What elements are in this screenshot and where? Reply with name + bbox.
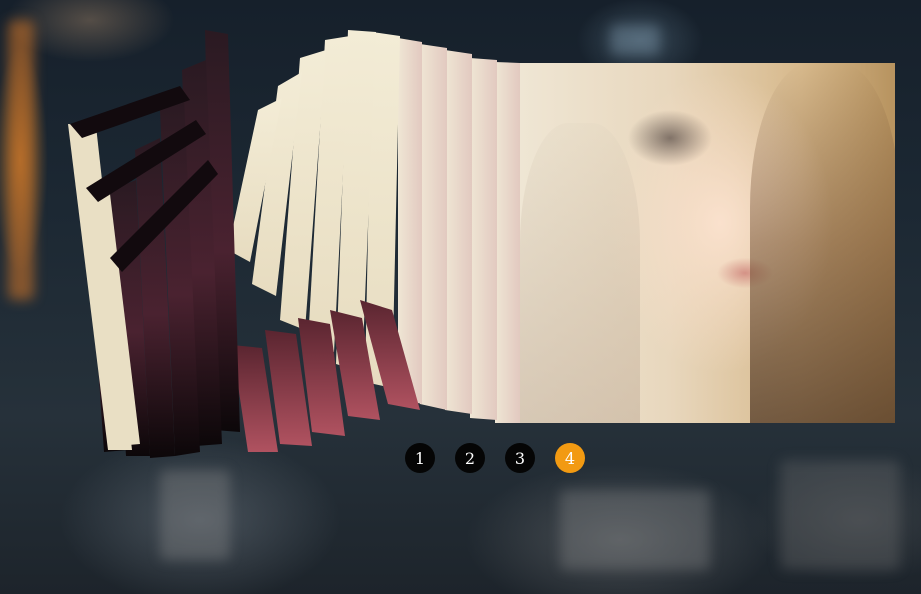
page-dot-3[interactable]: 3 [505,443,535,473]
image-slice [470,58,497,420]
page-dot-4[interactable]: 4 [555,443,585,473]
image-slice [495,62,520,423]
page-background: 1 2 3 4 [0,0,921,594]
page-dot-2[interactable]: 2 [455,443,485,473]
image-slice [420,44,447,410]
slider-pagination: 1 2 3 4 [405,443,585,473]
image-slider: 1 2 3 4 [0,0,921,594]
slide-transition-slices [68,30,520,458]
image-slice [445,50,472,414]
page-dot-1[interactable]: 1 [405,443,435,473]
